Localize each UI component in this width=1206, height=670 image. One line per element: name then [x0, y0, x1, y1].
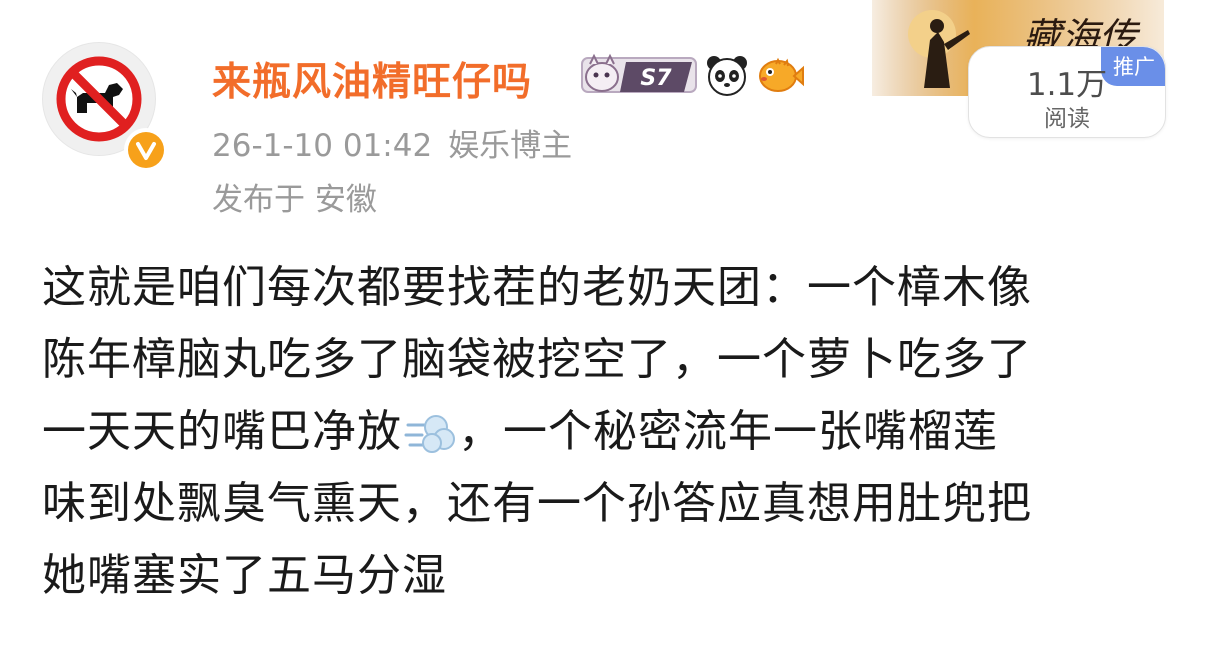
pufferfish-icon	[759, 57, 804, 92]
body-line: 一天天的嘴巴净放 ，一个秘密流年一张嘴榴莲	[42, 396, 1167, 468]
post-body: 这就是咱们每次都要找茬的老奶天团：一个樟木像 陈年樟脑丸吃多了脑袋被挖空了，一个…	[42, 252, 1167, 612]
post-meta: 26-1-10 01:42 娱乐博主	[212, 120, 572, 165]
post-location: 发布于 安徽	[212, 182, 377, 218]
username[interactable]: 来瓶风油精旺仔吗	[212, 51, 532, 107]
body-line: 她嘴塞实了五马分湿	[42, 550, 447, 601]
read-count-card[interactable]: 推广 1.1万 阅读	[968, 46, 1166, 138]
post-timestamp: 26-1-10 01:42	[212, 128, 433, 164]
body-line: 陈年樟脑丸吃多了脑袋被挖空了，一个萝卜吃多了	[42, 334, 1032, 385]
body-line: 这就是咱们每次都要找茬的老奶天团：一个樟木像	[42, 262, 1032, 313]
weibo-post: 来瓶风油精旺仔吗 S7 26-1-10 01:42 娱乐博主 发布于 安徽 藏海…	[0, 0, 1206, 670]
verified-badge-icon	[124, 128, 168, 172]
body-line: 味到处飘臭气熏天，还有一个孙答应真想用肚兜把	[42, 478, 1032, 529]
panda-icon	[707, 56, 747, 96]
user-category: 娱乐博主	[448, 128, 573, 164]
bunny-s7-badge-icon[interactable]: S7	[580, 52, 698, 98]
wind-puff-emoji-icon	[404, 415, 455, 453]
body-text: 一天天的嘴巴净放	[42, 406, 402, 457]
body-text: ，一个秘密流年一张嘴榴莲	[458, 406, 998, 457]
read-label: 阅读	[1044, 106, 1090, 132]
read-count: 1.1万	[1026, 67, 1108, 103]
s7-badge-text: S7	[640, 66, 672, 91]
promoted-read-card[interactable]: 藏海传 推广 1.1万 阅读	[872, 0, 1166, 138]
